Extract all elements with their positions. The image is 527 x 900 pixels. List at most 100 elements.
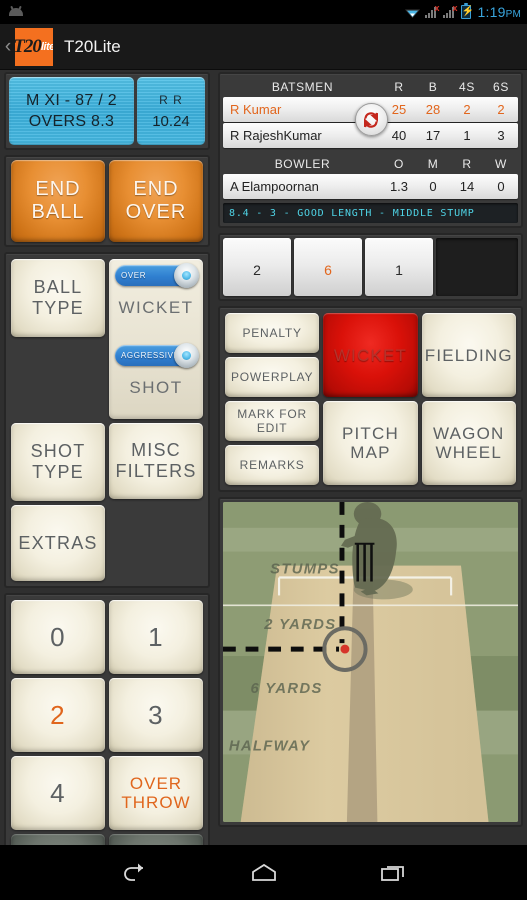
signal-icon: x xyxy=(424,2,440,19)
run-rate-display[interactable]: R R 10.24 xyxy=(137,77,205,145)
shot-type-button[interactable]: SHOT TYPE xyxy=(11,423,105,501)
end-ball-button[interactable]: END BALL xyxy=(11,160,105,242)
table-header-row: BATSMEN R B 4S 6S xyxy=(223,77,518,97)
end-buttons-panel: END BALL END OVER xyxy=(4,155,210,247)
android-status-bar: x x ⚡ 1:19PM xyxy=(0,0,527,24)
batsman-fours: 1 xyxy=(463,128,471,143)
ball-history-label: 6 xyxy=(324,262,332,278)
ball-history-empty-slot xyxy=(436,238,518,296)
run-key-0[interactable]: 0 xyxy=(11,600,105,674)
col-header-fours: 4S xyxy=(459,80,475,94)
ball-history-item[interactable]: 6 xyxy=(294,238,362,296)
app-logo-sub-text: lite xyxy=(40,40,53,53)
ball-type-line2: TYPE xyxy=(32,298,84,318)
misc-filters-button[interactable]: MISC FILTERS xyxy=(109,423,203,499)
pitch-map-line1: PITCH xyxy=(341,424,399,443)
pitch-label-6yards: 6 YARDS xyxy=(251,681,323,697)
col-header-sixes: 6S xyxy=(493,80,509,94)
scoreboard-panel: M XI - 87 / 2 OVERS 8.3 R R 10.24 xyxy=(4,72,210,150)
batsman-fours: 2 xyxy=(463,102,471,117)
left-column: M XI - 87 / 2 OVERS 8.3 R R 10.24 END BA… xyxy=(4,72,210,900)
home-icon[interactable] xyxy=(246,858,282,888)
pitch-map-canvas[interactable]: STUMPS 2 YARDS 6 YARDS HALFWAY xyxy=(223,502,518,822)
table-row[interactable]: A Elampoornan 1.3 0 14 0 xyxy=(223,174,518,199)
extras-button[interactable]: EXTRAS xyxy=(11,505,105,581)
end-over-line1: END xyxy=(133,178,179,200)
col-header-wickets: W xyxy=(495,157,507,171)
end-over-button[interactable]: END OVER xyxy=(109,160,203,242)
run-key-label: 1 xyxy=(148,622,164,652)
bowler-name: A Elampoornan xyxy=(230,179,319,194)
col-header-bowler: BOWLER xyxy=(274,157,331,171)
run-key-1[interactable]: 1 xyxy=(109,600,203,674)
main-content: M XI - 87 / 2 OVERS 8.3 R R 10.24 END BA… xyxy=(0,70,527,900)
ball-history-item[interactable]: 1 xyxy=(365,238,433,296)
toggle-knob[interactable] xyxy=(174,343,199,368)
toggle-knob[interactable] xyxy=(174,263,199,288)
mark-for-edit-line2: EDIT xyxy=(256,421,288,435)
wicket-toggle-section: OVER WICKET xyxy=(109,259,203,339)
run-key-2-selected[interactable]: 2 xyxy=(11,678,105,752)
swap-batsmen-button[interactable] xyxy=(354,103,388,136)
over-wicket-toggle[interactable]: OVER xyxy=(115,263,199,288)
status-clock: 1:19PM xyxy=(478,4,521,20)
run-key-4[interactable]: 4 xyxy=(11,756,105,830)
aggressive-shot-toggle[interactable]: AGGRESSIVE xyxy=(115,343,199,368)
run-key-label: 3 xyxy=(148,700,164,730)
over-throw-button[interactable]: OVER THROW xyxy=(109,756,203,830)
col-header-overs: O xyxy=(394,157,404,171)
run-key-label: 0 xyxy=(50,622,66,652)
bowler-maidens: 0 xyxy=(429,179,437,194)
wagon-wheel-button[interactable]: WAGON WHEEL xyxy=(421,401,516,485)
recents-icon[interactable] xyxy=(375,858,411,888)
commentary-text: 8.4 - 3 - GOOD LENGTH - MIDDLE STUMP xyxy=(229,207,475,219)
wicket-label: WICKET xyxy=(333,345,408,365)
signal-error-mark: x xyxy=(434,2,440,13)
shot-toggle-section: AGGRESSIVE SHOT xyxy=(109,339,203,419)
batsman-balls: 28 xyxy=(425,102,441,117)
fielding-button[interactable]: FIELDING xyxy=(421,313,516,397)
pitch-map-button[interactable]: PITCH MAP xyxy=(323,401,418,485)
ball-history-label: 2 xyxy=(253,262,261,278)
battery-charging-icon: ⚡ xyxy=(460,3,474,19)
col-header-batsmen: BATSMEN xyxy=(271,80,334,94)
ball-history-panel: 2 6 1 xyxy=(218,233,523,301)
app-logo[interactable]: T20 lite xyxy=(15,27,53,66)
remarks-label: REMARKS xyxy=(239,458,305,472)
run-key-3[interactable]: 3 xyxy=(109,678,203,752)
ball-history-item[interactable]: 2 xyxy=(223,238,291,296)
team-score-line: M XI - 87 / 2 xyxy=(25,91,118,109)
mark-for-edit-button[interactable]: MARK FOR EDIT xyxy=(225,401,320,441)
actions-panel: PENALTY POWERPLAY MARK FOR EDIT REMARKS W… xyxy=(218,306,523,492)
over-throw-label: OVER THROW xyxy=(121,774,191,812)
batsmen-table: BATSMEN R B 4S 6S R Kumar 25 28 2 2 R Ra… xyxy=(223,77,518,148)
powerplay-button[interactable]: POWERPLAY xyxy=(225,357,320,397)
misc-filters-line1: MISC xyxy=(131,440,181,460)
run-key-label: 2 xyxy=(50,700,66,730)
batsman-sixes: 2 xyxy=(497,102,505,117)
app-screen: x x ⚡ 1:19PM ‹ T20 lite T20Lite xyxy=(0,0,527,900)
team-score-display[interactable]: M XI - 87 / 2 OVERS 8.3 xyxy=(9,77,134,145)
back-chevron-icon[interactable]: ‹ xyxy=(1,37,15,56)
powerplay-label: POWERPLAY xyxy=(230,370,314,384)
bowler-table: BOWLER O M R W A Elampoornan 1.3 0 14 0 xyxy=(223,154,518,199)
pitch-map-line2: MAP xyxy=(350,443,391,462)
bowler-wickets: 0 xyxy=(497,179,505,194)
ball-type-line1: BALL xyxy=(33,277,83,297)
signal-error-mark: x xyxy=(452,2,458,13)
back-icon[interactable] xyxy=(117,858,153,888)
ball-type-button[interactable]: BALL TYPE xyxy=(11,259,105,337)
stats-panel: BATSMEN R B 4S 6S R Kumar 25 28 2 2 R Ra… xyxy=(218,72,523,228)
end-ball-line2: BALL xyxy=(31,201,85,223)
wicket-toggle-caption: WICKET xyxy=(118,298,194,317)
commentary-strip: 8.4 - 3 - GOOD LENGTH - MIDDLE STUMP xyxy=(223,203,518,223)
penalty-button[interactable]: PENALTY xyxy=(225,313,320,353)
run-rate-value: 10.24 xyxy=(152,112,190,130)
pitch-map-panel: STUMPS 2 YARDS 6 YARDS HALFWAY xyxy=(218,497,523,827)
wicket-button[interactable]: WICKET xyxy=(323,313,418,397)
misc-filters-line2: FILTERS xyxy=(115,461,197,481)
clock-ampm: PM xyxy=(505,9,521,20)
swap-batsmen-icon xyxy=(361,110,381,130)
signal-icon: x xyxy=(442,2,458,19)
remarks-button[interactable]: REMARKS xyxy=(225,445,320,485)
